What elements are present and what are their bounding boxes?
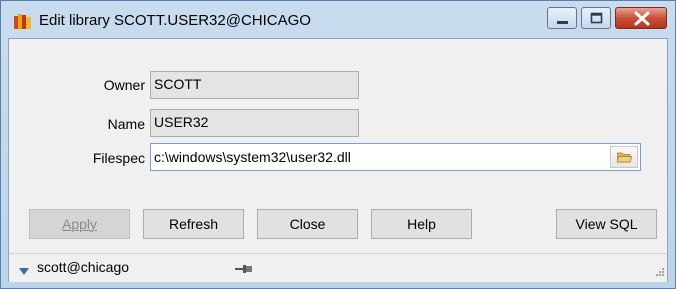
resize-grip-icon[interactable]: [655, 264, 665, 280]
help-button-label: Help: [407, 216, 436, 232]
name-label: Name: [107, 116, 145, 132]
edit-library-window: Edit library SCOTT.USER32@CHICAGO Owner …: [0, 0, 676, 289]
pin-icon[interactable]: [235, 262, 253, 278]
browse-file-button[interactable]: [610, 146, 638, 168]
refresh-button[interactable]: Refresh: [143, 209, 244, 239]
library-books-icon: [14, 14, 31, 29]
view-sql-button[interactable]: View SQL: [556, 209, 657, 239]
close-button[interactable]: Close: [257, 209, 358, 239]
owner-field: SCOTT: [150, 71, 359, 99]
filespec-input[interactable]: [151, 144, 609, 170]
apply-button[interactable]: Apply: [29, 209, 130, 239]
close-button-label: Close: [289, 216, 326, 232]
close-icon: [634, 11, 650, 26]
title-bar[interactable]: Edit library SCOTT.USER32@CHICAGO: [1, 1, 675, 39]
connection-dropdown-icon[interactable]: [19, 263, 29, 279]
close-window-button[interactable]: [615, 7, 667, 29]
help-button[interactable]: Help: [371, 209, 472, 239]
view-sql-button-label: View SQL: [575, 216, 638, 232]
minimize-icon: [557, 21, 568, 24]
window-title: Edit library SCOTT.USER32@CHICAGO: [39, 12, 311, 29]
status-bar: scott@chicago: [9, 253, 667, 282]
folder-open-icon: [617, 152, 632, 163]
minimize-button[interactable]: [547, 7, 577, 29]
filespec-field[interactable]: [150, 143, 641, 171]
apply-button-label: Apply: [61, 216, 98, 232]
dialog-body: Owner SCOTT Name USER32 Filespec Apply R…: [8, 38, 668, 282]
connection-label[interactable]: scott@chicago: [37, 259, 129, 275]
filespec-label: Filespec: [92, 150, 145, 166]
maximize-icon: [590, 12, 603, 24]
maximize-button[interactable]: [581, 7, 611, 29]
refresh-button-label: Refresh: [168, 216, 219, 232]
owner-label: Owner: [103, 77, 145, 93]
name-field: USER32: [150, 109, 359, 137]
